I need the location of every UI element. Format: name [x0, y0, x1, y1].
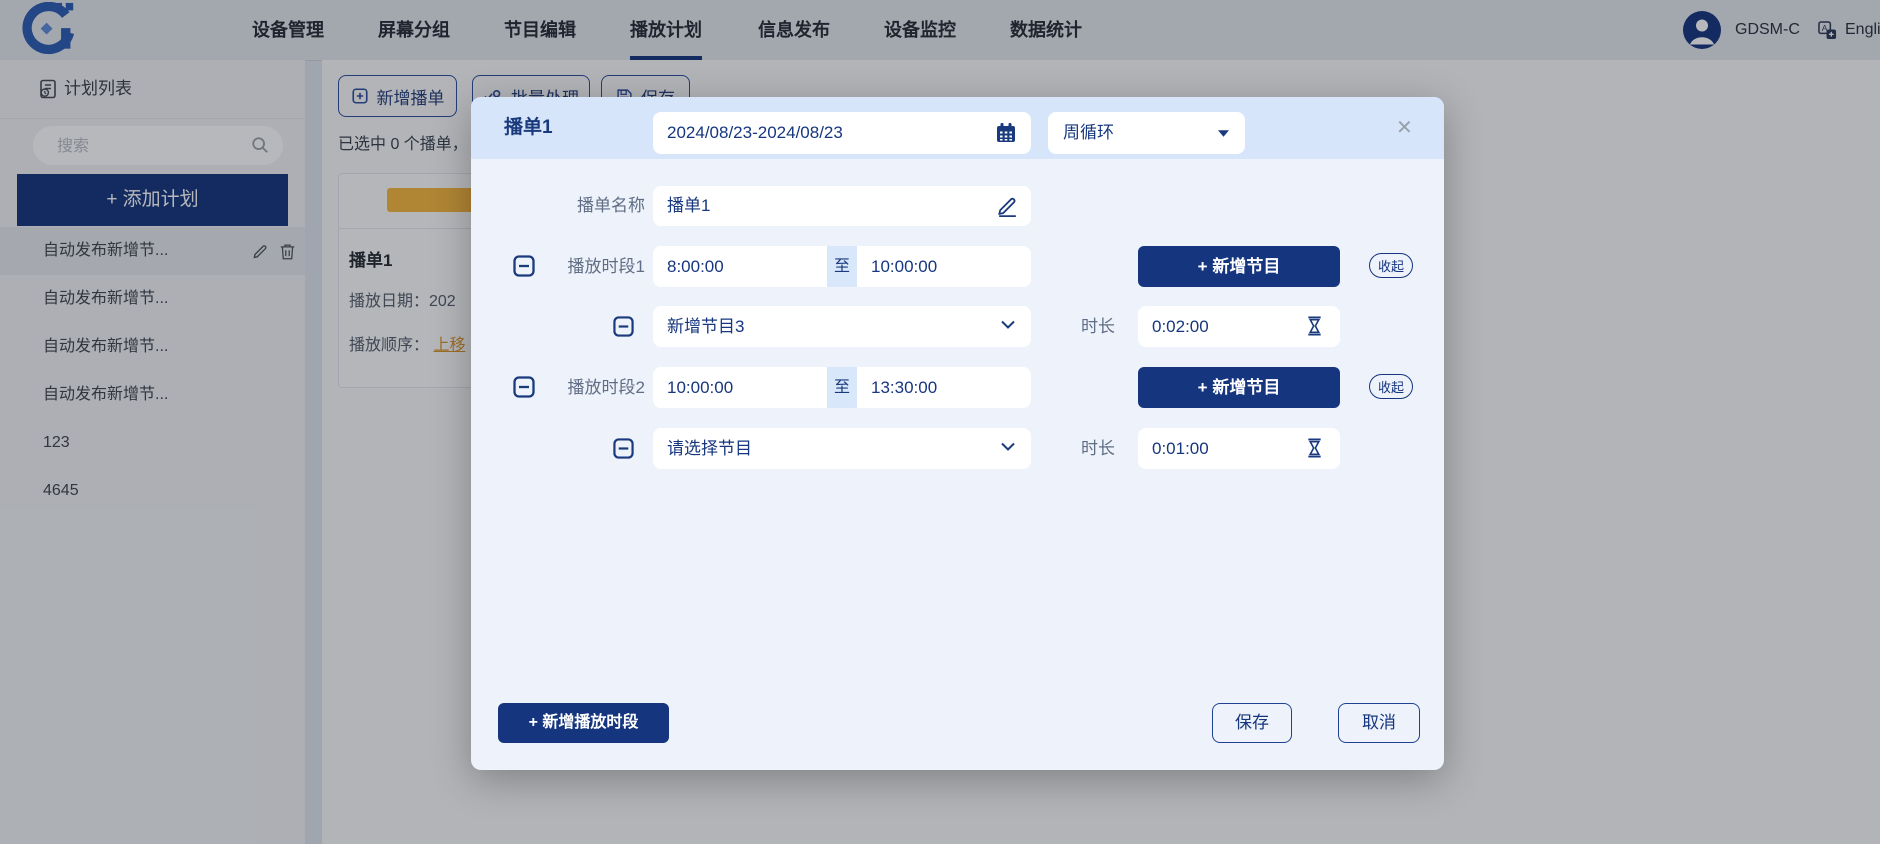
- cycle-selected-value: 周循环: [1063, 123, 1114, 142]
- slot1-time-range: 8:00:00 至 10:00:00: [653, 246, 1031, 287]
- slot1-program-select[interactable]: 新增节目3: [653, 306, 1031, 347]
- slot1-duration-input[interactable]: 0:02:00: [1138, 306, 1340, 347]
- date-range-value: 2024/08/23-2024/08/23: [667, 123, 843, 142]
- remove-program-icon[interactable]: [613, 438, 634, 459]
- slot2-add-program-button[interactable]: + 新增节目: [1138, 367, 1340, 408]
- slot2-collapse-button[interactable]: 收起: [1369, 374, 1413, 399]
- to-separator: 至: [827, 246, 857, 287]
- slot2-end-time-input[interactable]: 13:30:00: [857, 367, 1031, 408]
- edit-playlist-modal: 播单1 2024/08/23-2024/08/23 周循环 ✕ 播单名称: [471, 97, 1444, 770]
- slot1-start-time-input[interactable]: 8:00:00: [653, 246, 827, 287]
- slot1-label: 播放时段1: [535, 246, 645, 287]
- modal-save-button[interactable]: 保存: [1212, 703, 1292, 743]
- hourglass-icon: [1305, 315, 1324, 337]
- remove-program-icon[interactable]: [613, 316, 634, 337]
- slot2-program-select[interactable]: 请选择节目: [653, 428, 1031, 469]
- edit-pencil-icon[interactable]: [996, 194, 1019, 217]
- duration-label: 时长: [1081, 428, 1127, 469]
- hourglass-icon: [1305, 437, 1324, 459]
- add-slot-button[interactable]: + 新增播放时段: [498, 703, 669, 743]
- calendar-icon[interactable]: [995, 122, 1017, 144]
- chevron-down-icon: [1001, 320, 1015, 329]
- cycle-select[interactable]: 周循环: [1048, 112, 1245, 154]
- slot1-collapse-button[interactable]: 收起: [1369, 253, 1413, 278]
- remove-slot-icon[interactable]: [513, 255, 535, 277]
- slot2-duration-input[interactable]: 0:01:00: [1138, 428, 1340, 469]
- slot2-label: 播放时段2: [535, 367, 645, 408]
- modal-header: 播单1 2024/08/23-2024/08/23 周循环 ✕: [471, 97, 1444, 159]
- slot1-add-program-button[interactable]: + 新增节目: [1138, 246, 1340, 287]
- playlist-name-input[interactable]: 播单1: [653, 186, 1031, 226]
- slot2-program-value: 请选择节目: [667, 439, 752, 458]
- modal-title: 播单1: [504, 97, 553, 159]
- remove-slot-icon[interactable]: [513, 376, 535, 398]
- slot2-start-time-input[interactable]: 10:00:00: [653, 367, 827, 408]
- slot2-duration-value: 0:01:00: [1152, 439, 1209, 458]
- duration-label: 时长: [1081, 306, 1127, 347]
- chevron-down-icon: [1001, 442, 1015, 451]
- to-separator: 至: [827, 367, 857, 408]
- date-range-input[interactable]: 2024/08/23-2024/08/23: [653, 112, 1031, 154]
- slot1-end-time-input[interactable]: 10:00:00: [857, 246, 1031, 287]
- playlist-name-value: 播单1: [667, 196, 710, 215]
- playlist-name-label: 播单名称: [511, 186, 645, 226]
- caret-down-icon: [1218, 130, 1229, 137]
- close-icon[interactable]: ✕: [1396, 114, 1413, 142]
- slot2-time-range: 10:00:00 至 13:30:00: [653, 367, 1031, 408]
- modal-cancel-button[interactable]: 取消: [1338, 703, 1420, 743]
- slot1-program-value: 新增节目3: [667, 317, 744, 336]
- slot1-duration-value: 0:02:00: [1152, 317, 1209, 336]
